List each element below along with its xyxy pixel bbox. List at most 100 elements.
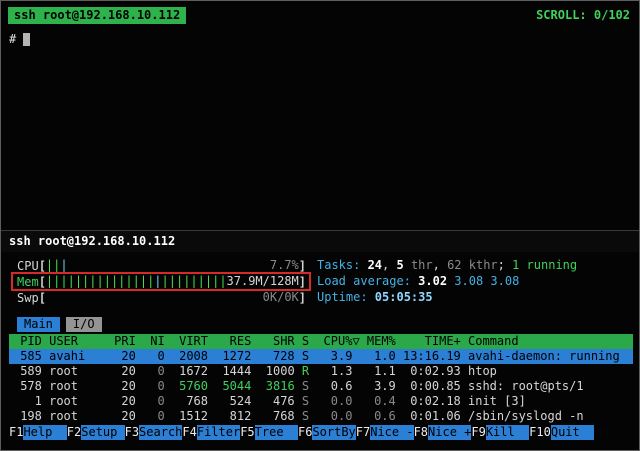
column-header-s[interactable]: S xyxy=(302,334,309,349)
cell-pri: 20 xyxy=(114,349,136,364)
cell-pid: 585 xyxy=(13,349,42,364)
cell-virt: 5760 xyxy=(172,379,208,394)
cell-virt: 768 xyxy=(172,394,208,409)
cell-time: 0:02.93 xyxy=(403,364,461,379)
cell-pid: 589 xyxy=(13,364,42,379)
cell-user: root xyxy=(49,409,107,424)
top-terminal-pane[interactable]: # xyxy=(3,25,637,230)
cell-ni: 0 xyxy=(143,379,165,394)
fkey-label: SortBy xyxy=(312,425,355,440)
stat-segment: Load average: xyxy=(317,274,418,288)
swp-meter: Swp[0K/0K] xyxy=(17,290,306,306)
tab-io[interactable]: I/O xyxy=(66,317,102,332)
cell-shr: 768 xyxy=(259,409,295,424)
column-header-virt[interactable]: VIRT xyxy=(172,334,208,349)
cell-virt: 1672 xyxy=(172,364,208,379)
column-header-res[interactable]: RES xyxy=(215,334,251,349)
fkey-number: F2 xyxy=(67,425,81,440)
fkey-number: F10 xyxy=(529,425,551,440)
cell-pri: 20 xyxy=(114,409,136,424)
stat-segment: 3.08 3.08 xyxy=(454,274,519,288)
stat-line-2: Uptime: 05:05:35 xyxy=(317,290,577,306)
stat-segment: 5 xyxy=(396,258,403,272)
column-header-cmd[interactable]: Command xyxy=(468,334,633,349)
tab-main[interactable]: Main xyxy=(17,317,60,332)
function-key-bar: F1HelpF2SetupF3SearchF4FilterF5TreeF6Sor… xyxy=(9,425,594,440)
fkey-f6[interactable]: F6SortBy xyxy=(298,425,356,440)
fkey-label: Setup xyxy=(81,425,124,440)
cell-time: 13:16.19 xyxy=(403,349,461,364)
mem-meter-bar-area: |||||||||||||||||||||||||37.9M/128M xyxy=(46,274,299,290)
cell-user: root xyxy=(49,379,107,394)
cell-cpu: 3.9 xyxy=(316,349,352,364)
meter-bracket-close: ] xyxy=(299,291,306,305)
process-table-rows: 585avahi20020081272728S3.91.013:16.19ava… xyxy=(9,349,633,424)
process-row[interactable]: 198root2001512812768S0.00.60:01.06/sbin/… xyxy=(9,409,633,424)
process-row[interactable]: 1root200768524476S0.00.40:02.18init [3] xyxy=(9,394,633,409)
session-title-bottom: ssh root@192.168.10.112 xyxy=(9,234,175,248)
column-header-pid[interactable]: PID xyxy=(13,334,42,349)
stat-segment: 62 kthr xyxy=(447,258,498,272)
column-header-time[interactable]: TIME+ xyxy=(403,334,461,349)
meter-bracket-open: [ xyxy=(39,275,46,289)
stat-segment: 24 xyxy=(368,258,382,272)
fkey-number: F4 xyxy=(182,425,196,440)
stat-line-0: Tasks: 24, 5 thr, 62 kthr; 1 running xyxy=(317,258,577,274)
fkey-f9[interactable]: F9Kill xyxy=(471,425,529,440)
column-header-shr[interactable]: SHR xyxy=(259,334,295,349)
meter-bracket-open: [ xyxy=(39,291,46,305)
cell-shr: 728 xyxy=(259,349,295,364)
cell-cmd: init [3] xyxy=(468,394,633,409)
cell-time: 0:00.85 xyxy=(403,379,461,394)
tab-bar: Main I/O xyxy=(17,317,108,332)
cell-time: 0:01.06 xyxy=(403,409,461,424)
fkey-f2[interactable]: F2Setup xyxy=(67,425,125,440)
process-row[interactable]: 585avahi20020081272728S3.91.013:16.19ava… xyxy=(9,349,633,364)
fkey-label: Nice + xyxy=(428,425,471,440)
cell-pri: 20 xyxy=(114,379,136,394)
swp-meter-bar-area: 0K/0K xyxy=(46,290,299,306)
fkey-f8[interactable]: F8Nice + xyxy=(414,425,472,440)
cell-cmd: sshd: root@pts/1 xyxy=(468,379,633,394)
shell-prompt-line: # xyxy=(9,32,30,47)
stat-segment: Tasks: xyxy=(317,258,368,272)
stat-segment: thr xyxy=(404,258,433,272)
mem-meter-bars: ||||||||||||||||||||||||| xyxy=(46,274,227,289)
swp-meter-label: Swp xyxy=(17,291,39,305)
fkey-label: Help xyxy=(23,425,66,440)
cell-cpu: 0.0 xyxy=(316,394,352,409)
column-header-ni[interactable]: NI xyxy=(143,334,165,349)
fkey-f3[interactable]: F3Search xyxy=(125,425,183,440)
column-header-user[interactable]: USER xyxy=(49,334,107,349)
cell-virt: 2008 xyxy=(172,349,208,364)
fkey-f1[interactable]: F1Help xyxy=(9,425,67,440)
fkey-f5[interactable]: F5Tree xyxy=(240,425,298,440)
stat-segment: , xyxy=(382,258,396,272)
cell-ni: 0 xyxy=(143,409,165,424)
fkey-f4[interactable]: F4Filter xyxy=(182,425,240,440)
cell-user: avahi xyxy=(49,349,107,364)
fkey-number: F3 xyxy=(125,425,139,440)
column-header-mem[interactable]: MEM% xyxy=(360,334,396,349)
fkey-f7[interactable]: F7Nice - xyxy=(356,425,414,440)
stats: Tasks: 24, 5 thr, 62 kthr; 1 runningLoad… xyxy=(317,258,577,306)
fkey-number: F8 xyxy=(414,425,428,440)
fkey-f10[interactable]: F10Quit xyxy=(529,425,594,440)
column-header-pri[interactable]: PRI xyxy=(114,334,136,349)
fkey-label: Search xyxy=(139,425,182,440)
cell-res: 1444 xyxy=(215,364,251,379)
stat-segment: 3.02 xyxy=(418,274,454,288)
mem-meter-label: Mem xyxy=(17,275,39,289)
cell-res: 812 xyxy=(215,409,251,424)
cell-shr: 476 xyxy=(259,394,295,409)
cell-pid: 578 xyxy=(13,379,42,394)
process-row[interactable]: 589root200167214441000R1.31.10:02.93htop xyxy=(9,364,633,379)
terminal-cursor xyxy=(23,33,30,46)
cell-time: 0:02.18 xyxy=(403,394,461,409)
fkey-number: F5 xyxy=(240,425,254,440)
cell-cpu: 0.0 xyxy=(316,409,352,424)
stat-line-1: Load average: 3.02 3.08 3.08 xyxy=(317,274,577,290)
process-row[interactable]: 578root200576050443816S0.63.90:00.85sshd… xyxy=(9,379,633,394)
stat-segment: ; xyxy=(498,258,512,272)
column-header-cpu[interactable]: CPU%▽ xyxy=(316,334,359,349)
